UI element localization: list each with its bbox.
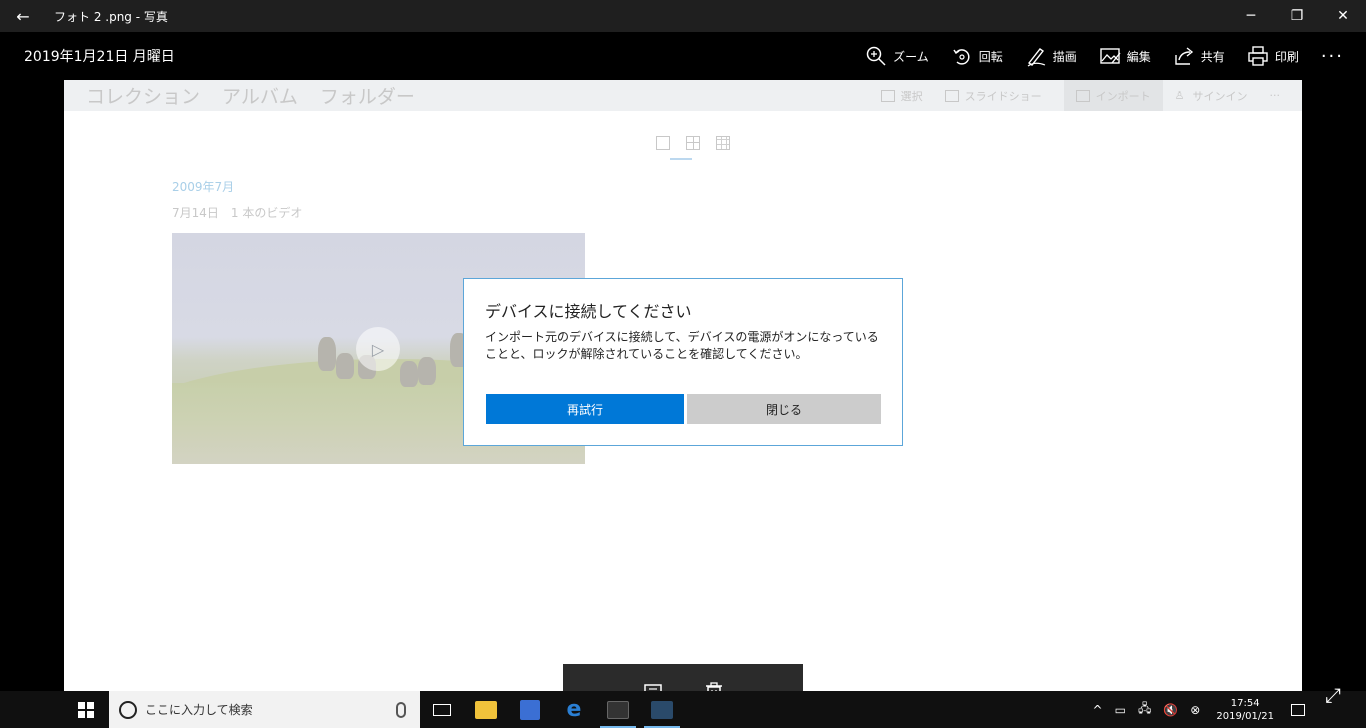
screen-app-button[interactable] bbox=[596, 691, 640, 728]
thumbnail-bird bbox=[336, 353, 354, 379]
back-button[interactable]: ← bbox=[0, 0, 46, 32]
view-size-toggle bbox=[648, 136, 738, 160]
draw-label: 描画 bbox=[1052, 49, 1077, 64]
slideshow-label: スライドショー bbox=[964, 89, 1042, 103]
signin-action: ♙ サインイン bbox=[1175, 80, 1248, 111]
more-button[interactable]: ··· bbox=[1321, 46, 1344, 67]
edit-image-icon bbox=[1100, 48, 1121, 64]
rotate-button[interactable]: 回転 bbox=[951, 45, 1003, 67]
retry-button[interactable]: 再試行 bbox=[486, 394, 684, 424]
draw-button[interactable]: 描画 bbox=[1025, 45, 1077, 67]
close-button[interactable]: ✕ bbox=[1320, 0, 1366, 32]
folder-icon bbox=[475, 700, 497, 719]
clock-date: 2019/01/21 bbox=[1216, 710, 1274, 722]
printer-icon bbox=[1248, 46, 1268, 66]
person-icon: ♙ bbox=[1174, 89, 1185, 102]
viewer-toolbar: 2019年1月21日 月曜日 ズーム 回転 描画 編集 共有 印刷 ··· bbox=[0, 32, 1366, 80]
pen-icon bbox=[1027, 48, 1045, 67]
import-icon bbox=[1075, 89, 1090, 102]
file-explorer-button[interactable] bbox=[464, 691, 508, 728]
more-icon: ··· bbox=[1320, 45, 1344, 67]
rotate-icon bbox=[953, 49, 970, 65]
clock[interactable]: 17:54 2019/01/21 bbox=[1216, 697, 1274, 723]
clock-time: 17:54 bbox=[1230, 697, 1260, 709]
close-dialog-button[interactable]: 閉じる bbox=[687, 394, 881, 424]
import-label: インポート bbox=[1095, 89, 1151, 103]
rotate-label: 回転 bbox=[978, 49, 1003, 64]
dialog-message: インポート元のデバイスに接続して、デバイスの電源がオンになっていることと、ロック… bbox=[485, 330, 879, 361]
zoom-label: ズーム bbox=[893, 49, 929, 64]
edit-label: 編集 bbox=[1126, 49, 1151, 64]
slideshow-action: スライドショー bbox=[944, 80, 1042, 111]
photos-app-nav: コレクション アルバム フォルダー 選択 スライドショー インポート ♙ サインイ… bbox=[64, 80, 1302, 111]
action-center-button[interactable] bbox=[1284, 691, 1312, 728]
app-grid-button[interactable] bbox=[508, 691, 552, 728]
tab-folder: フォルダー bbox=[319, 86, 415, 108]
select-label: 選択 bbox=[900, 89, 923, 103]
photos-icon bbox=[651, 700, 673, 719]
select-icon bbox=[880, 89, 895, 102]
thumbnail-bird bbox=[318, 337, 336, 371]
share-icon bbox=[1175, 47, 1193, 65]
windows-logo-icon bbox=[77, 701, 94, 718]
cortana-icon bbox=[119, 700, 137, 719]
volume-muted-icon[interactable]: 🔇 bbox=[1163, 703, 1178, 717]
edge-button[interactable]: e bbox=[552, 691, 596, 728]
screen-app-icon bbox=[607, 700, 629, 719]
photos-app-button[interactable] bbox=[640, 691, 684, 728]
edge-icon: e bbox=[566, 697, 582, 722]
tray-expand-icon[interactable]: ^ bbox=[1093, 703, 1103, 717]
connect-device-dialog: デバイスに接続してください インポート元のデバイスに接続して、デバイスの電源がオ… bbox=[463, 278, 903, 446]
tab-collection: コレクション bbox=[86, 86, 201, 108]
battery-icon[interactable]: ▭ bbox=[1115, 703, 1126, 717]
play-icon: ▷ bbox=[356, 327, 400, 371]
share-label: 共有 bbox=[1200, 49, 1225, 64]
network-icon[interactable]: 🖧 bbox=[1138, 699, 1151, 720]
share-button[interactable]: 共有 bbox=[1173, 45, 1225, 67]
window-title: フォト 2 .png - 写真 bbox=[54, 9, 168, 24]
dialog-title: デバイスに接続してください bbox=[485, 302, 692, 321]
signin-label: サインイン bbox=[1192, 89, 1248, 103]
small-view-icon bbox=[716, 136, 730, 150]
task-view-button[interactable] bbox=[420, 691, 464, 728]
tab-album: アルバム bbox=[222, 86, 298, 108]
window-titlebar: ← フォト 2 .png - 写真 ─ ❐ ✕ bbox=[0, 0, 1366, 32]
print-label: 印刷 bbox=[1274, 49, 1299, 64]
error-icon[interactable]: ⊗ bbox=[1190, 703, 1200, 717]
zoom-icon bbox=[866, 46, 886, 66]
print-button[interactable]: 印刷 bbox=[1247, 45, 1299, 67]
select-action: 選択 bbox=[880, 80, 923, 111]
minimize-button[interactable]: ─ bbox=[1228, 0, 1274, 32]
taskbar-search[interactable]: ここに入力して検索 bbox=[109, 691, 420, 728]
app-more-icon: ··· bbox=[1269, 89, 1281, 102]
zoom-button[interactable]: ズーム bbox=[865, 45, 929, 67]
large-view-icon bbox=[656, 136, 670, 150]
notification-icon bbox=[1291, 703, 1305, 716]
thumbnail-bird bbox=[418, 357, 436, 385]
search-placeholder: ここに入力して検索 bbox=[145, 703, 253, 717]
app-grid-icon bbox=[520, 699, 540, 720]
photos-app-actions: 選択 スライドショー インポート ♙ サインイン ··· bbox=[880, 80, 1302, 111]
medium-view-icon bbox=[686, 136, 700, 150]
day-info: 7月14日 1 本のビデオ bbox=[172, 206, 303, 220]
view-selected-indicator bbox=[670, 158, 692, 160]
microphone-icon[interactable] bbox=[396, 701, 406, 718]
month-heading: 2009年7月 bbox=[172, 180, 235, 194]
fullscreen-button[interactable]: ⤢ bbox=[1318, 680, 1348, 710]
edit-button[interactable]: 編集 bbox=[1099, 45, 1151, 67]
import-action: インポート bbox=[1063, 80, 1163, 111]
slideshow-icon bbox=[944, 89, 959, 102]
restore-button[interactable]: ❐ bbox=[1274, 0, 1320, 32]
photo-date: 2019年1月21日 月曜日 bbox=[24, 49, 175, 65]
task-view-icon bbox=[433, 703, 451, 716]
start-button[interactable] bbox=[62, 691, 109, 728]
thumbnail-bird bbox=[400, 361, 418, 387]
app-more-action: ··· bbox=[1270, 80, 1281, 111]
taskbar: ここに入力して検索 e ^ ▭ 🖧 🔇 ⊗ 17:54 2019/01/21 bbox=[0, 691, 1366, 728]
